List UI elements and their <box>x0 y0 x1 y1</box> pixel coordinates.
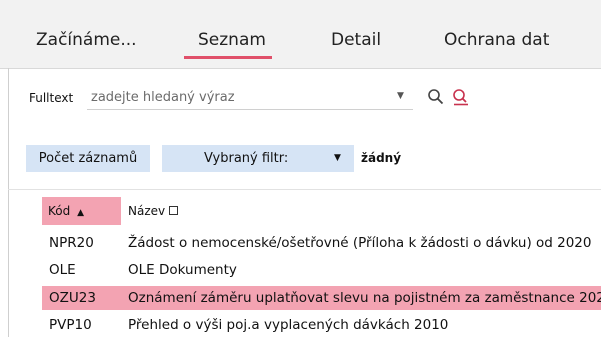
column-header-nazev[interactable]: Název <box>128 197 179 225</box>
column-header-label: Kód <box>48 204 71 218</box>
column-header-kod[interactable]: Kód ▲ <box>42 197 121 225</box>
active-tab-indicator <box>184 56 272 59</box>
chevron-down-icon[interactable]: ▼ <box>397 91 404 101</box>
search-person-icon[interactable] <box>452 88 470 106</box>
tab-detail[interactable]: Detail <box>331 30 381 50</box>
row-code: NPR20 <box>49 235 94 251</box>
section-divider <box>8 189 601 190</box>
tab-ochrana-dat[interactable]: Ochrana dat <box>444 30 549 50</box>
row-code: OLE <box>49 262 76 278</box>
filter-value: žádný <box>361 151 402 165</box>
search-icon[interactable] <box>427 88 445 106</box>
filter-select[interactable]: Vybraný filtr: ▼ <box>162 145 354 172</box>
table-row[interactable]: NPR20 Žádost o nemocenské/ošetřovné (Pří… <box>42 231 601 255</box>
chevron-down-icon: ▼ <box>334 153 341 163</box>
table-row[interactable]: OLE OLE Dokumenty <box>42 258 601 282</box>
row-name: Přehled o výši poj.a vyplacených dávkách… <box>128 317 449 333</box>
column-header-label: Název <box>128 204 166 218</box>
table-row[interactable]: PVP10 Přehled o výši poj.a vyplacených d… <box>42 313 601 337</box>
table-row-selected[interactable]: OZU23 Oznámení záměru uplatňovat slevu n… <box>42 286 601 310</box>
row-code: PVP10 <box>49 317 92 333</box>
sort-asc-icon: ▲ <box>77 208 84 218</box>
left-divider <box>8 68 9 337</box>
fulltext-input[interactable] <box>87 86 413 110</box>
tab-zaciname[interactable]: Začínáme... <box>36 30 137 50</box>
tab-seznam[interactable]: Seznam <box>198 30 266 50</box>
row-name: OLE Dokumenty <box>128 262 237 278</box>
row-name: Oznámení záměru uplatňovat slevu na poji… <box>128 290 601 306</box>
record-count-button[interactable]: Počet záznamů <box>26 145 150 172</box>
sort-toggle-icon <box>169 206 179 215</box>
row-name: Žádost o nemocenské/ošetřovné (Příloha k… <box>128 235 592 251</box>
row-code: OZU23 <box>49 290 96 306</box>
tab-bar: Začínáme... Seznam Detail Ochrana dat <box>0 0 601 69</box>
fulltext-label: Fulltext <box>29 91 74 105</box>
filter-select-label: Vybraný filtr: <box>204 151 289 166</box>
